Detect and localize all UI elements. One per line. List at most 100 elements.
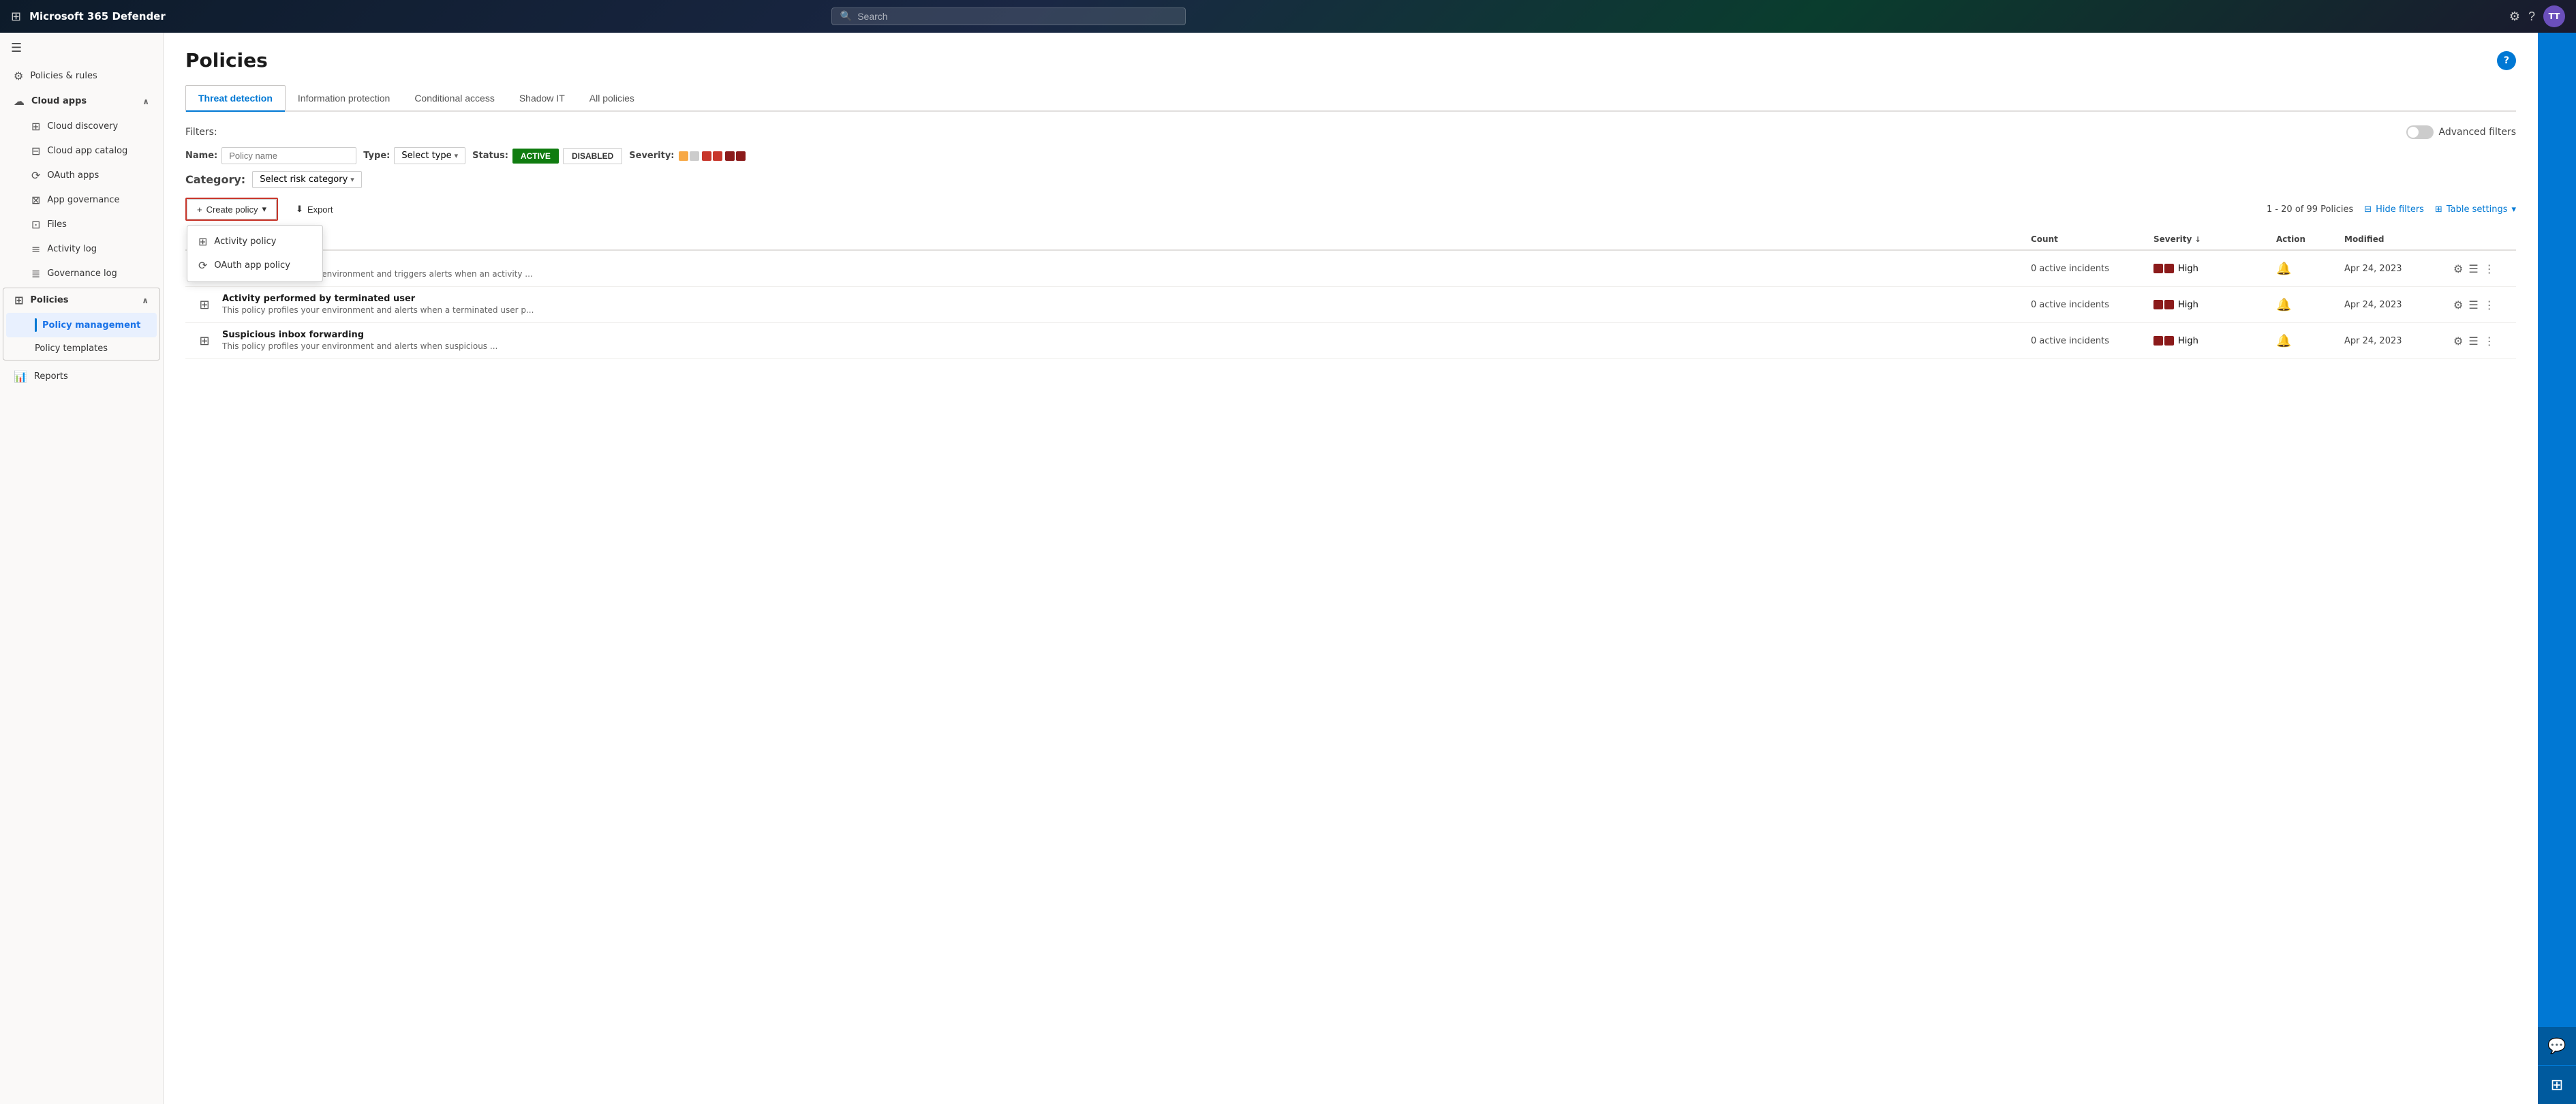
sidebar-cloud-apps-header[interactable]: ☁ Cloud apps ∧	[3, 89, 160, 113]
list-row-icon[interactable]: ☰	[2468, 262, 2478, 275]
severity-medium-icon[interactable]	[702, 151, 722, 161]
export-icon: ⬇	[296, 204, 303, 215]
sidebar-item-label: App governance	[47, 195, 119, 205]
tab-all-policies[interactable]: All policies	[577, 85, 647, 110]
sev-dot-5	[725, 151, 735, 161]
table-icon: ⊞	[2435, 204, 2442, 215]
export-button[interactable]: ⬇ Export	[286, 200, 342, 219]
filter-type-select[interactable]: Select type ▾	[394, 147, 465, 164]
col-name-1: ⊞ Activity This policy profiles your env…	[194, 258, 2031, 279]
create-policy-button[interactable]: + Create policy ▾	[187, 199, 277, 219]
severity-low-icon[interactable]	[679, 151, 699, 161]
tab-information-protection[interactable]: Information protection	[286, 85, 402, 110]
more-row-icon-3[interactable]: ⋮	[2484, 335, 2495, 348]
oauth-apps-icon: ⟳	[31, 169, 40, 182]
tab-threat-detection[interactable]: Threat detection	[185, 85, 286, 110]
col-header-count: Count	[2031, 234, 2153, 244]
sidebar-item-app-governance[interactable]: ⊠ App governance	[3, 188, 160, 212]
policy-name-3[interactable]: Suspicious inbox forwarding	[222, 330, 497, 340]
table-settings-button[interactable]: ⊞ Table settings ▾	[2435, 204, 2516, 215]
filter-severity-group: Severity:	[629, 151, 745, 161]
settings-row-icon-3[interactable]: ⚙	[2453, 335, 2463, 348]
filter-controls: Name: Type: Select type ▾ Status: ACTIVE…	[185, 147, 2516, 164]
settings-row-icon-2[interactable]: ⚙	[2453, 298, 2463, 311]
sidebar-item-label: Files	[47, 219, 67, 230]
sidebar-toggle[interactable]: ☰	[0, 33, 163, 63]
advanced-filters-toggle[interactable]: Advanced filters	[2406, 125, 2516, 139]
sidebar-item-cloud-app-catalog[interactable]: ⊟ Cloud app catalog	[3, 139, 160, 163]
help-button[interactable]: ?	[2497, 51, 2516, 70]
active-indicator	[35, 318, 37, 332]
sidebar-item-reports[interactable]: 📊 Reports	[3, 365, 160, 388]
list-row-icon-3[interactable]: ☰	[2468, 335, 2478, 348]
policy-name-2[interactable]: Activity performed by terminated user	[222, 294, 534, 304]
dropdown-arrow-icon: ▾	[262, 204, 266, 215]
app-title: Microsoft 365 Defender	[29, 10, 166, 22]
more-row-icon[interactable]: ⋮	[2484, 262, 2495, 275]
top-navigation: ⊞ Microsoft 365 Defender 🔍 ⚙ ? TT	[0, 0, 2576, 33]
col-actions-cell-1: ⚙ ☰ ⋮	[2453, 262, 2508, 275]
chevron-down-icon: ▾	[455, 151, 459, 160]
chevron-down-icon-3: ▾	[2511, 204, 2516, 215]
sidebar-item-policy-templates[interactable]: Policy templates	[6, 338, 157, 359]
sidebar-item-label: Policies & rules	[30, 71, 97, 81]
sort-icon[interactable]: ↓	[2195, 235, 2201, 244]
hide-filters-label: Hide filters	[2376, 204, 2424, 215]
filter-severity-label: Severity:	[629, 151, 674, 161]
col-modified-3: Apr 24, 2023	[2344, 336, 2453, 346]
chevron-down-icon-2: ▾	[350, 175, 354, 184]
severity-bars-3	[2153, 336, 2174, 346]
sev-dot-4	[713, 151, 722, 161]
sidebar-item-governance-log[interactable]: ≣ Governance log	[3, 262, 160, 286]
severity-text-3: High	[2178, 336, 2198, 346]
right-panel-feedback-button[interactable]: ⊞	[2538, 1066, 2576, 1104]
tab-shadow-it[interactable]: Shadow IT	[507, 85, 577, 110]
col-name-3: ⊞ Suspicious inbox forwarding This polic…	[194, 330, 2031, 352]
toggle-switch[interactable]	[2406, 125, 2434, 139]
count-label: 1 - 20 of 99 Policies	[2267, 204, 2353, 215]
sidebar-item-policy-management[interactable]: Policy management	[6, 313, 157, 337]
search-bar: 🔍	[831, 7, 1186, 25]
settings-row-icon[interactable]: ⚙	[2453, 262, 2463, 275]
dropdown-item-activity-policy[interactable]: ⊞ Activity policy	[187, 230, 322, 254]
settings-icon[interactable]: ⚙	[2509, 10, 2520, 24]
sidebar-policies-header[interactable]: ⊞ Policies ∧	[3, 288, 159, 312]
filter-name-input[interactable]	[221, 147, 356, 164]
create-policy-dropdown: ⊞ Activity policy ⟳ OAuth app policy	[187, 225, 323, 282]
grid-icon[interactable]: ⊞	[11, 10, 21, 24]
severity-bars-2	[2153, 300, 2174, 309]
sidebar-item-activity-log[interactable]: ≡ Activity log	[3, 237, 160, 261]
sev-dot-1	[679, 151, 688, 161]
top-actions: ⚙ ? TT	[2509, 5, 2565, 27]
cloud-discovery-icon: ⊞	[31, 120, 40, 133]
dropdown-item-oauth-app-policy[interactable]: ⟳ OAuth app policy	[187, 254, 322, 277]
filter-type-group: Type: Select type ▾	[363, 147, 465, 164]
sidebar-item-label: Reports	[34, 371, 68, 382]
filter-category-label: Category:	[185, 173, 245, 186]
col-count-3: 0 active incidents	[2031, 336, 2153, 346]
avatar[interactable]: TT	[2543, 5, 2565, 27]
sidebar-item-label: Activity log	[47, 244, 97, 254]
tab-conditional-access[interactable]: Conditional access	[402, 85, 507, 110]
severity-high-icon[interactable]	[725, 151, 746, 161]
page-title-text: Policies	[185, 49, 268, 72]
more-row-icon-2[interactable]: ⋮	[2484, 298, 2495, 311]
col-header-action: Action	[2276, 234, 2344, 244]
filter-category-select[interactable]: Select risk category ▾	[252, 171, 362, 188]
activity-log-icon: ≡	[31, 243, 40, 256]
sidebar-item-files[interactable]: ⊡ Files	[3, 213, 160, 236]
cloud-apps-submenu: ⊞ Cloud discovery ⊟ Cloud app catalog ⟳ …	[0, 114, 163, 286]
status-active-button[interactable]: ACTIVE	[512, 149, 559, 164]
right-panel-chat-button[interactable]: 💬	[2538, 1027, 2576, 1065]
search-input[interactable]	[857, 11, 1177, 22]
sidebar-item-policies-rules[interactable]: ⚙ Policies & rules	[3, 64, 160, 88]
list-row-icon-2[interactable]: ☰	[2468, 298, 2478, 311]
plus-icon: +	[197, 204, 202, 215]
sidebar-item-cloud-discovery[interactable]: ⊞ Cloud discovery	[3, 114, 160, 138]
hide-filters-button[interactable]: ⊟ Hide filters	[2364, 204, 2424, 215]
status-disabled-button[interactable]: DISABLED	[563, 148, 622, 164]
sidebar-item-oauth-apps[interactable]: ⟳ OAuth apps	[3, 164, 160, 187]
help-icon[interactable]: ?	[2528, 10, 2535, 24]
activity-policy-icon: ⊞	[198, 235, 207, 248]
filter-icon: ⊟	[2364, 204, 2372, 215]
